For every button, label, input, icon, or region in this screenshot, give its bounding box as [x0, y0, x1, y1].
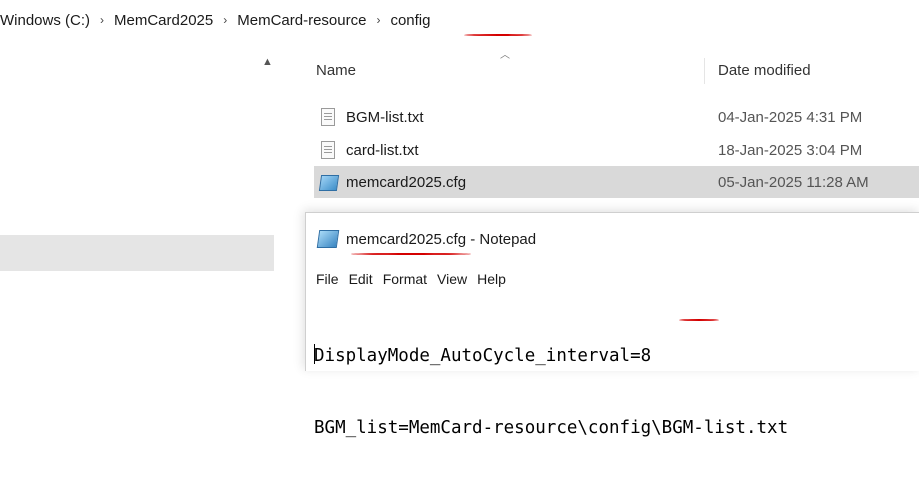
file-name: BGM-list.txt [346, 108, 424, 126]
breadcrumb-item-config-label: config [390, 11, 431, 29]
file-name: memcard2025.cfg [346, 173, 467, 191]
notepad-title-bar[interactable]: memcard2025.cfg - Notepad [316, 230, 537, 248]
file-date: 04-Jan-2025 4:31 PM [718, 108, 863, 126]
text-file-icon [320, 107, 336, 127]
menu-view[interactable]: View [437, 271, 467, 287]
navigation-pane[interactable] [0, 40, 282, 370]
text-line-1: DisplayMode_AutoCycle_interval=8 [314, 344, 788, 368]
notepad-text-area[interactable]: DisplayMode_AutoCycle_interval=8 BGM_lis… [314, 296, 788, 488]
file-date: 18-Jan-2025 3:04 PM [718, 141, 863, 159]
chevron-right-icon[interactable]: › [217, 13, 233, 27]
notepad-title-filename: memcard2025.cfg [346, 230, 467, 248]
text-file-icon [320, 140, 336, 160]
red-annotation-underline [351, 253, 471, 255]
breadcrumb: Windows (C:) › MemCard2025 › MemCard-res… [0, 0, 919, 40]
notepad-icon [316, 230, 340, 248]
breadcrumb-item-drive[interactable]: Windows (C:) [0, 12, 94, 29]
red-annotation-underline [464, 34, 532, 36]
breadcrumb-item-memcard-resource[interactable]: MemCard-resource [233, 12, 370, 29]
sort-ascending-icon: ︿ [500, 50, 510, 61]
column-header-date-modified[interactable]: Date modified [718, 52, 811, 88]
chevron-right-icon[interactable]: › [94, 13, 110, 27]
menu-edit[interactable]: Edit [349, 271, 373, 287]
config-file-icon [318, 172, 340, 192]
column-divider[interactable] [704, 58, 705, 84]
notepad-window[interactable]: memcard2025.cfg - Notepad File Edit Form… [305, 212, 919, 438]
file-name: card-list.txt [346, 141, 419, 159]
nav-selected-item[interactable] [0, 235, 274, 271]
menu-file[interactable]: File [316, 271, 339, 287]
file-row-bgm-list[interactable]: BGM-list.txt 04-Jan-2025 4:31 PM [314, 103, 919, 131]
file-row-card-list[interactable]: card-list.txt 18-Jan-2025 3:04 PM [314, 136, 919, 164]
chevron-right-icon[interactable]: › [370, 13, 386, 27]
menu-help[interactable]: Help [477, 271, 506, 287]
breadcrumb-item-config[interactable]: config [386, 12, 434, 29]
text-line-2: BGM_list=MemCard-resource\config\BGM-lis… [314, 418, 789, 438]
breadcrumb-item-memcard2025[interactable]: MemCard2025 [110, 12, 217, 29]
notepad-menu-bar: File Edit Format View Help [316, 271, 516, 287]
red-annotation-underline [679, 319, 719, 321]
menu-format[interactable]: Format [383, 271, 427, 287]
text-line-1-content: DisplayMode_AutoCycle_interval=8 [314, 346, 652, 366]
scroll-up-arrow-icon[interactable]: ▲ [262, 56, 273, 68]
file-date: 05-Jan-2025 11:28 AM [718, 173, 869, 191]
notepad-title-app: - Notepad [466, 230, 537, 248]
file-row-memcard2025-cfg[interactable]: memcard2025.cfg 05-Jan-2025 11:28 AM [314, 166, 919, 198]
column-header-name[interactable]: Name [316, 52, 356, 88]
